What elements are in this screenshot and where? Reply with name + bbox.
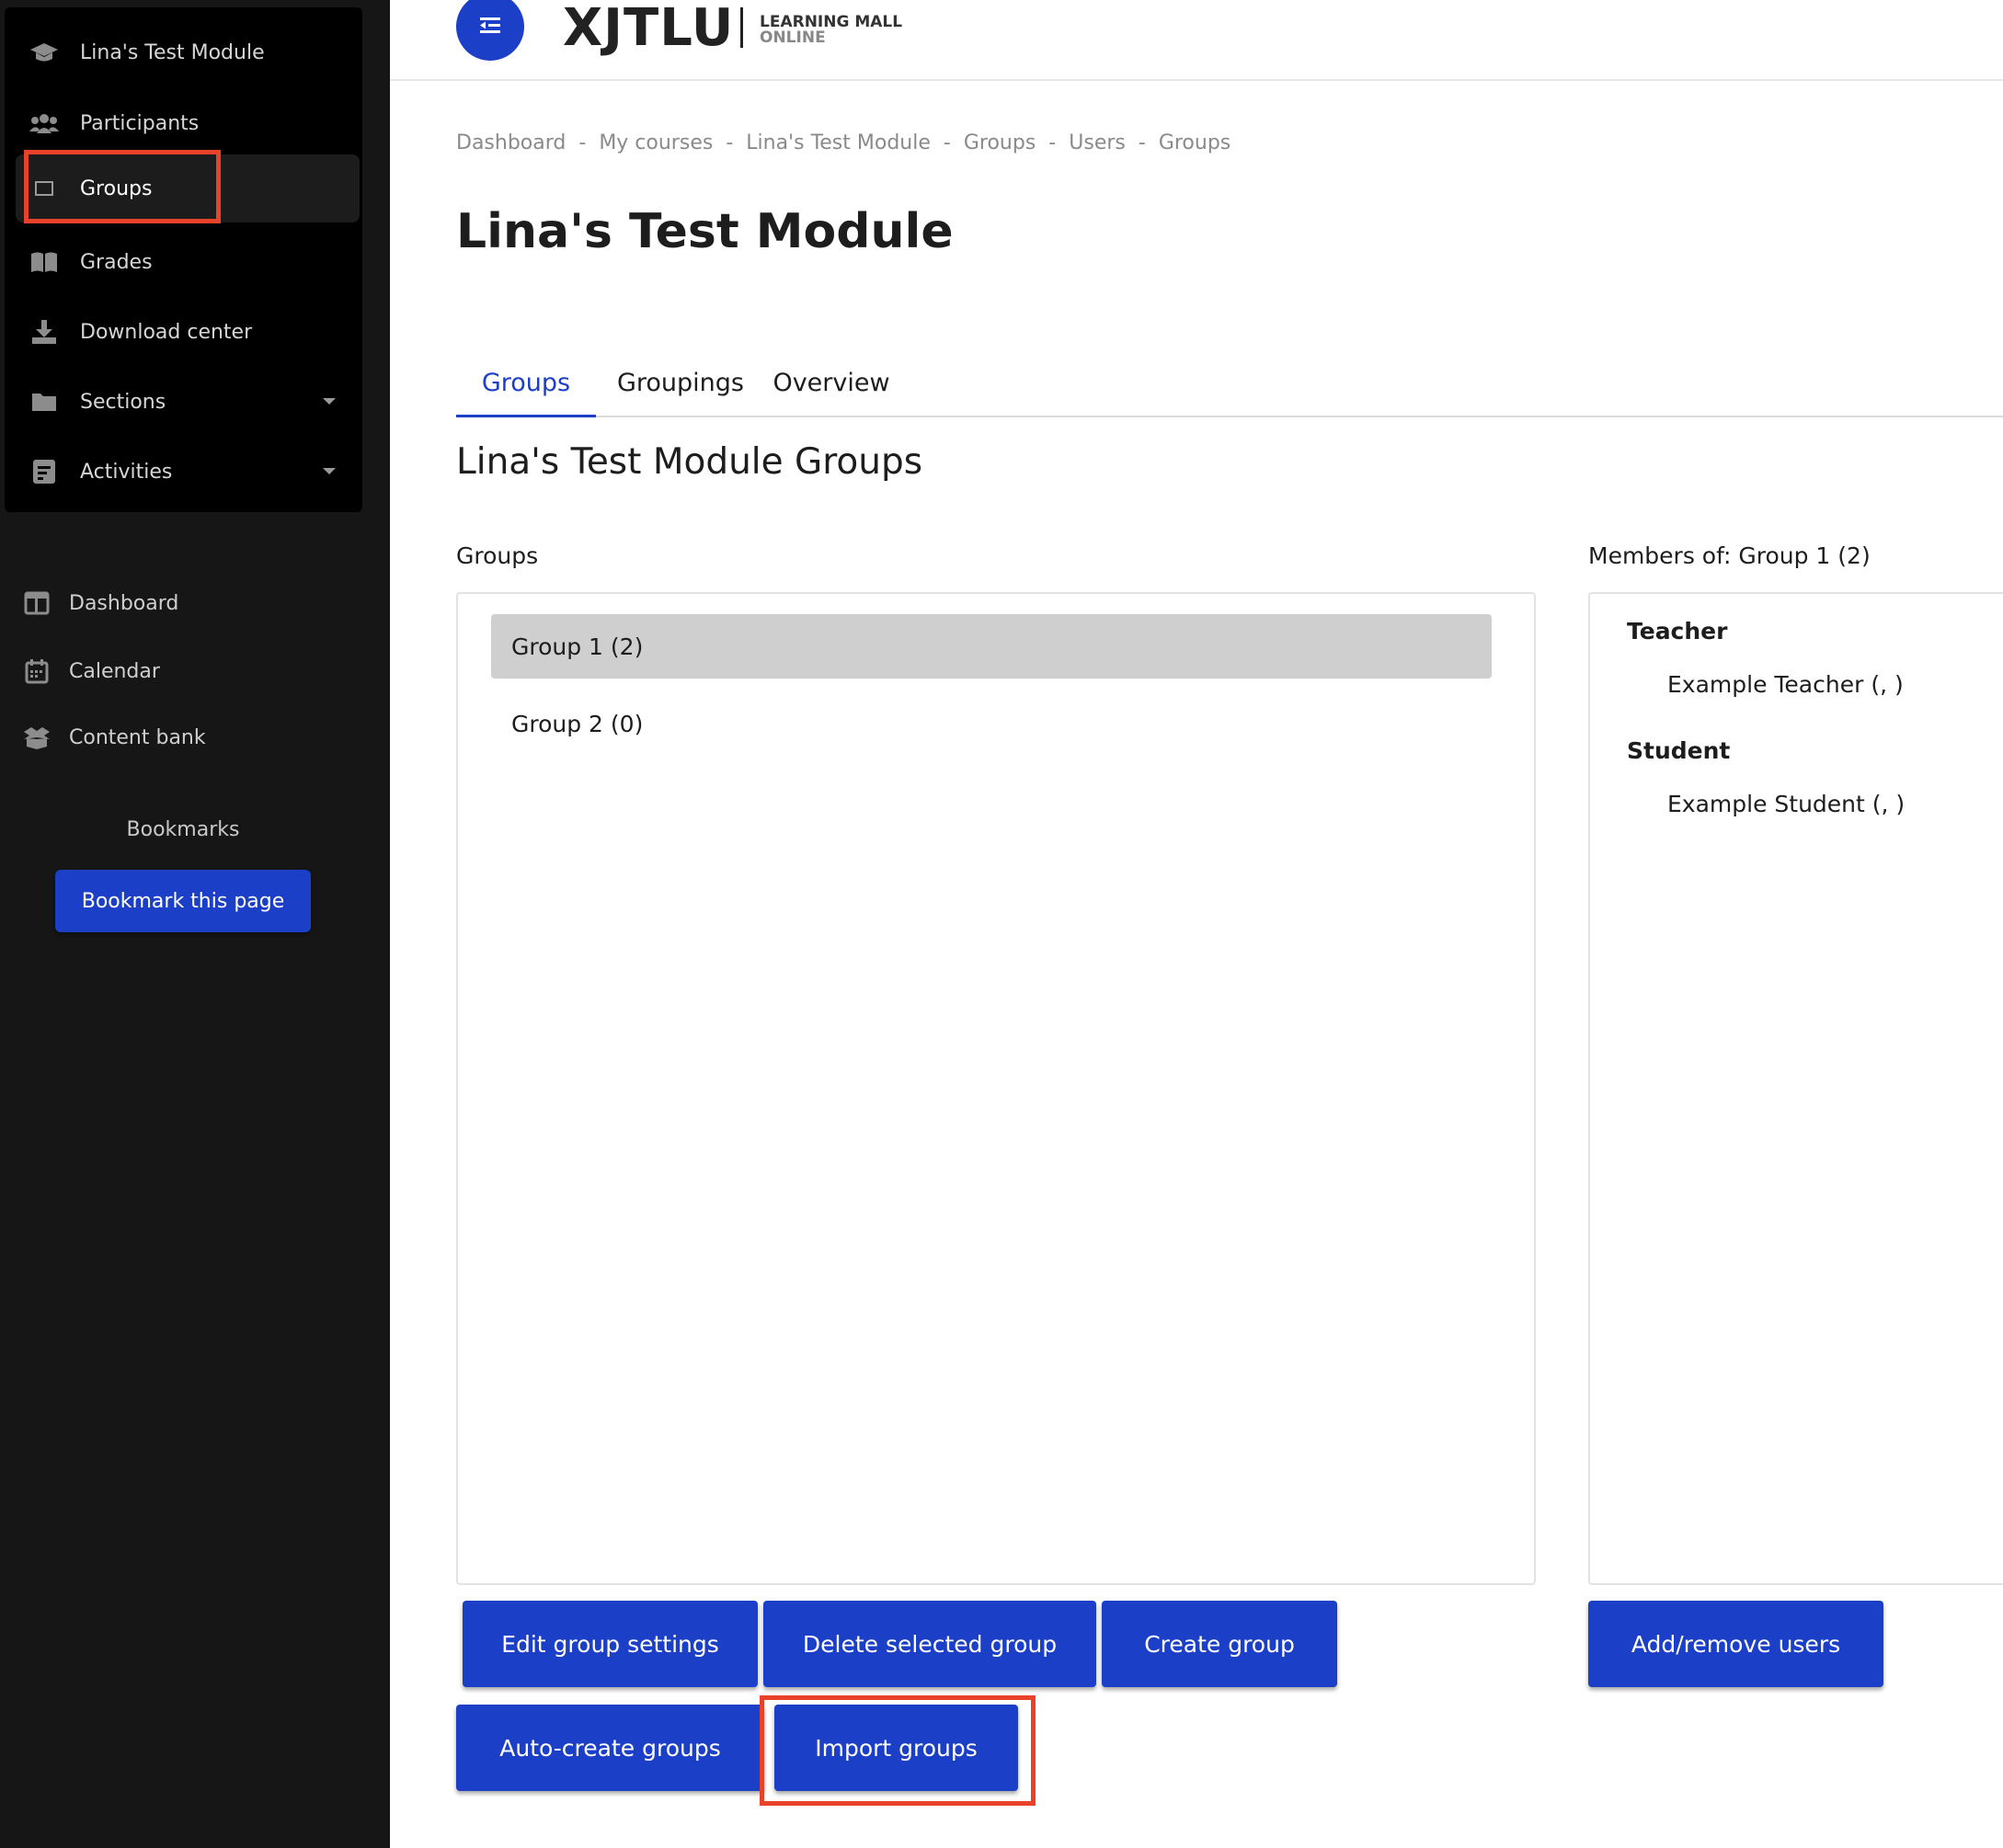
logo-divider: [740, 7, 743, 48]
members-label: Members of: Group 1 (2): [1588, 542, 1871, 569]
site-logo[interactable]: XJTLU: [563, 0, 734, 58]
highlight-box-import: [760, 1695, 1036, 1806]
sidebar-item-sections[interactable]: Sections: [16, 368, 360, 436]
breadcrumb-item[interactable]: Dashboard: [456, 131, 566, 154]
sidebar-item-label: Activities: [80, 460, 173, 484]
sidebar-item-label: Download center: [80, 320, 253, 344]
member-item[interactable]: Example Teacher (, ): [1667, 671, 1904, 698]
sidebar-item-label: Dashboard: [69, 591, 179, 615]
breadcrumb: Dashboard - My courses - Lina's Test Module -…: [456, 131, 1230, 154]
breadcrumb-separator: -: [1138, 131, 1146, 154]
sidebar-item-download-center[interactable]: Download center: [16, 298, 360, 366]
dashboard-icon: [22, 588, 52, 618]
auto-create-groups-button[interactable]: Auto-create groups: [456, 1705, 764, 1791]
section-title: Lina's Test Module Groups: [456, 441, 923, 483]
breadcrumb-separator: -: [726, 131, 734, 154]
delete-selected-group-button[interactable]: Delete selected group: [763, 1601, 1096, 1687]
menu-toggle-button[interactable]: [456, 0, 524, 61]
bookmarks-title: Bookmarks: [126, 818, 240, 841]
group-list-item[interactable]: Group 1 (2): [491, 614, 1492, 679]
role-heading: Teacher: [1627, 618, 1728, 645]
sidebar-item-grades[interactable]: Grades: [16, 228, 360, 296]
menu-indent-icon: [478, 16, 502, 39]
edit-group-settings-button[interactable]: Edit group settings: [463, 1601, 758, 1687]
calendar-icon: [22, 656, 52, 686]
sidebar-item-label: Calendar: [69, 659, 160, 683]
members-list[interactable]: Teacher Example Teacher (, ) Student Exa…: [1588, 592, 2003, 1585]
sidebar-item-label: Content bank: [69, 725, 206, 749]
role-heading: Student: [1627, 737, 1731, 764]
graduation-cap-icon: [29, 39, 60, 66]
logo-subtitle-2: ONLINE: [760, 29, 826, 47]
sidebar-item-label: Grades: [80, 250, 153, 274]
bookmark-this-page-button[interactable]: Bookmark this page: [55, 870, 311, 932]
breadcrumb-item[interactable]: My courses: [599, 131, 713, 154]
breadcrumb-item[interactable]: Groups: [964, 131, 1036, 154]
add-remove-users-button[interactable]: Add/remove users: [1588, 1601, 1883, 1687]
sidebar-item-label: Lina's Test Module: [80, 40, 265, 64]
breadcrumb-separator: -: [578, 131, 587, 154]
tab-groups[interactable]: Groups: [456, 349, 596, 417]
highlight-box-groups: [24, 150, 221, 223]
activity-icon: [29, 458, 60, 485]
sidebar-item-calendar[interactable]: Calendar: [18, 649, 368, 693]
tab-bar: Groups Groupings Overview: [456, 349, 2003, 417]
group-list-item[interactable]: Group 2 (0): [491, 691, 1492, 756]
tab-groupings[interactable]: Groupings: [612, 349, 749, 417]
create-group-button[interactable]: Create group: [1102, 1601, 1337, 1687]
sidebar-item-label: Sections: [80, 390, 166, 414]
sidebar-item-label: Participants: [80, 111, 200, 135]
sidebar-item-content-bank[interactable]: Content bank: [18, 715, 368, 759]
page-title: Lina's Test Module: [456, 204, 954, 259]
sidebar-item-dashboard[interactable]: Dashboard: [18, 581, 368, 625]
chevron-down-icon[interactable]: [323, 468, 336, 474]
sidebar: Lina's Test Module Participants Groups G…: [0, 0, 390, 1848]
folder-icon: [29, 388, 60, 416]
groups-label: Groups: [456, 542, 539, 569]
sidebar-item-participants[interactable]: Participants: [16, 89, 360, 157]
tab-overview[interactable]: Overview: [769, 349, 894, 417]
chevron-down-icon[interactable]: [323, 398, 336, 405]
users-icon: [29, 109, 60, 137]
course-nav: Lina's Test Module Participants Groups G…: [5, 7, 362, 512]
breadcrumb-item[interactable]: Users: [1069, 131, 1126, 154]
box-icon: [22, 723, 52, 752]
sidebar-item-activities[interactable]: Activities: [16, 438, 360, 506]
breadcrumb-item[interactable]: Lina's Test Module: [746, 131, 931, 154]
book-icon: [29, 248, 60, 276]
member-item[interactable]: Example Student (, ): [1667, 791, 1905, 817]
groups-list[interactable]: Group 1 (2) Group 2 (0): [456, 592, 1536, 1585]
header: XJTLU LEARNING MALL ONLINE: [390, 0, 2003, 81]
sidebar-item-course[interactable]: Lina's Test Module: [16, 18, 360, 86]
breadcrumb-separator: -: [1048, 131, 1057, 154]
breadcrumb-separator: -: [943, 131, 951, 154]
download-icon: [29, 318, 60, 346]
breadcrumb-item: Groups: [1158, 131, 1231, 154]
